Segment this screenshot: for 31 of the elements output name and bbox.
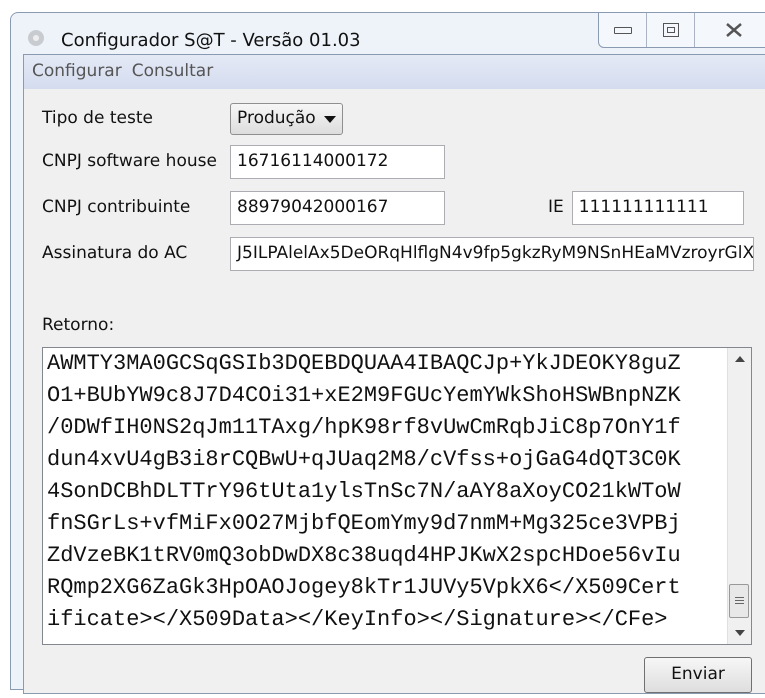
scroll-down-icon[interactable] [734, 630, 744, 636]
text-area[interactable] [42, 346, 752, 644]
text-line: fnSGrLs+vfMiFx0O27MjbfQEomYmy9d7nmM+Mg325ce3VPBj [47, 510, 681, 538]
send-button[interactable]: Enviar [644, 656, 752, 692]
text-line: RQmp2XG6ZaGk3HpOAOJogey8kTr1JUVy5VpkX6</X509Cert [47, 574, 681, 602]
field-label: Retorno: [42, 314, 116, 337]
text-line: /0DWfIH0NS2qJm11TAxg/hpK98rf8vUwCmRqbJiC8p7OnY1f [47, 414, 681, 442]
field-label: Tipo de teste [42, 107, 154, 130]
menu-item[interactable]: Configurar [32, 59, 122, 85]
text-field[interactable]: 111111111111 [572, 191, 744, 225]
field-label: Assinatura do AC [42, 242, 188, 266]
scrollbar-thumb[interactable] [729, 584, 749, 618]
close-icon [725, 23, 743, 37]
text-line: AWMTY3MA0GCSqGSIb3DQEBDQUAA4IBAQCJp+YkJDEOKY8guZ [47, 350, 681, 378]
field-label: IE [548, 196, 564, 220]
text-field[interactable]: 16716114000172 [230, 145, 445, 179]
app-icon [25, 27, 47, 49]
window-title: Configurador S@T - Versão 01.03 [61, 29, 361, 53]
text-field[interactable]: 88979042000167 [230, 191, 445, 225]
menu-item[interactable]: Consultar [132, 59, 214, 85]
text-line: ificate></X509Data></KeyInfo></Signature></CFe> [47, 606, 668, 634]
dropdown[interactable]: Produção [230, 103, 343, 135]
scrollbar[interactable] [727, 348, 751, 644]
text-line: ZdVzeBK1tRV0mQ3obDwDX8c38uqd4HPJKwX2spcHDoe56vIu [47, 542, 681, 570]
field-label: CNPJ software house [42, 150, 218, 174]
text-line: O1+BUbYW9c8J7D4COi31+xE2M9FGUcYemYWkShoHSWBnpNZK [47, 382, 681, 410]
caret-icon [324, 116, 336, 122]
text-line: dun4xvU4gB3i8rCQBwU+qJUaq2M8/cVfss+ojGaG4dQT3C0K [47, 446, 681, 474]
text-line: 4SonDCBhDLTTrY96tUta1ylsTnSc7N/aAY8aXoyCO21kWToW [47, 478, 681, 506]
field-label: CNPJ contribuinte [42, 196, 192, 220]
scroll-up-icon[interactable] [734, 356, 744, 362]
